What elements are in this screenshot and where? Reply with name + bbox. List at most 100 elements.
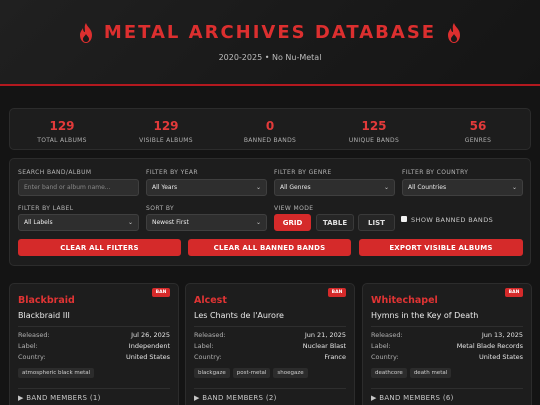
stat-unique-bands: 125 UNIQUE BANDS: [322, 109, 426, 149]
released-row: Released: Jul 26, 2025: [18, 331, 170, 339]
page-subtitle: 2020-2025 • No Nu-Metal: [218, 53, 322, 62]
clear-filters-button[interactable]: CLEAR ALL FILTERS: [18, 239, 181, 256]
genre-tags: deathcore death metal: [371, 368, 452, 378]
sort-select-value: Newest First: [152, 219, 189, 226]
band-name[interactable]: Whitechapel: [371, 295, 438, 306]
genre-tag[interactable]: atmospheric black metal: [18, 368, 95, 378]
flame-icon: [448, 22, 461, 43]
genre-tag[interactable]: blackgaze: [194, 368, 230, 378]
show-banned-checkbox[interactable]: [401, 216, 407, 222]
year-select-value: All Years: [152, 184, 178, 191]
released-row: Released: Jun 21, 2025: [194, 331, 346, 339]
stat-label: TOTAL ALBUMS: [37, 137, 87, 144]
label-key: Label:: [18, 342, 38, 350]
divider: [371, 326, 523, 327]
label-select[interactable]: All Labels ⌄: [18, 214, 139, 231]
sort-select[interactable]: Newest First ⌄: [146, 214, 267, 231]
stat-label: UNIQUE BANDS: [348, 137, 400, 144]
label-row: Label: Independent: [18, 342, 170, 350]
label-value: Independent: [128, 342, 170, 350]
ban-button[interactable]: BAN: [328, 288, 346, 297]
title-row: METAL ARCHIVES DATABASE: [0, 22, 540, 43]
band-name[interactable]: Blackbraid: [18, 295, 75, 306]
country-filter-label: FILTER BY COUNTRY: [402, 169, 469, 176]
ban-button[interactable]: BAN: [505, 288, 523, 297]
genre-tags: atmospheric black metal: [18, 368, 95, 378]
released-value: Jul 26, 2025: [131, 331, 170, 339]
label-row: Label: Nuclear Blast: [194, 342, 346, 350]
album-title: Hymns in the Key of Death: [371, 311, 479, 320]
album-card: Whitechapel BAN Hymns in the Key of Deat…: [362, 283, 532, 405]
country-key: Country:: [371, 353, 399, 361]
stat-value: 129: [153, 119, 179, 133]
genre-tag[interactable]: post-metal: [232, 368, 271, 378]
view-table-button[interactable]: TABLE: [316, 214, 354, 231]
filters-panel: SEARCH BAND/ALBUM Enter band or album na…: [9, 158, 531, 266]
chevron-down-icon: ⌄: [255, 219, 261, 226]
album-title: Les Chants de l'Aurore: [194, 311, 284, 320]
stat-label: VISIBLE ALBUMS: [139, 137, 193, 144]
search-input[interactable]: Enter band or album name...: [18, 179, 139, 196]
released-value: Jun 21, 2025: [304, 331, 346, 339]
chevron-down-icon: ⌄: [255, 184, 261, 191]
country-value: France: [324, 353, 346, 361]
page-header: METAL ARCHIVES DATABASE 2020-2025 • No N…: [0, 0, 540, 86]
country-key: Country:: [194, 353, 222, 361]
country-select-value: All Countries: [408, 184, 447, 191]
view-list-button[interactable]: LIST: [358, 214, 395, 231]
band-name[interactable]: Alcest: [194, 295, 227, 306]
country-row: Country: France: [194, 353, 346, 361]
country-key: Country:: [18, 353, 46, 361]
band-members-toggle[interactable]: ▶ BAND MEMBERS (2): [194, 394, 277, 402]
country-select[interactable]: All Countries ⌄: [402, 179, 523, 196]
divider: [18, 388, 170, 389]
divider: [194, 326, 346, 327]
year-filter-label: FILTER BY YEAR: [146, 169, 198, 176]
genre-filter-label: FILTER BY GENRE: [274, 169, 332, 176]
divider: [194, 388, 346, 389]
clear-banned-button[interactable]: CLEAR ALL BANNED BANDS: [188, 239, 351, 256]
export-button[interactable]: EXPORT VISIBLE ALBUMS: [359, 239, 523, 256]
stat-label: BANNED BANDS: [243, 137, 297, 144]
band-members-toggle[interactable]: ▶ BAND MEMBERS (1): [18, 394, 101, 402]
stat-value: 125: [361, 119, 387, 133]
genre-tag[interactable]: death metal: [409, 368, 452, 378]
country-row: Country: United States: [18, 353, 170, 361]
genre-tag[interactable]: deathcore: [371, 368, 407, 378]
stats-panel: 129 TOTAL ALBUMS 129 VISIBLE ALBUMS 0 BA…: [9, 108, 531, 150]
label-key: Label:: [194, 342, 214, 350]
chevron-down-icon: ⌄: [127, 219, 133, 226]
divider: [371, 388, 523, 389]
country-value: United States: [478, 353, 523, 361]
genre-tag[interactable]: shoegaze: [273, 368, 308, 378]
released-key: Released:: [371, 331, 403, 339]
view-mode-label: VIEW MODE: [274, 205, 314, 212]
chevron-down-icon: ⌄: [511, 184, 517, 191]
stat-total-albums: 129 TOTAL ALBUMS: [10, 109, 114, 149]
page-title: METAL ARCHIVES DATABASE: [103, 22, 437, 43]
band-members-label: BAND MEMBERS (6): [379, 394, 454, 402]
stat-label: GENRES: [464, 137, 492, 144]
album-card: Blackbraid BAN Blackbraid III Released: …: [9, 283, 179, 405]
released-value: Jun 13, 2025: [481, 331, 523, 339]
country-value: United States: [125, 353, 170, 361]
country-row: Country: United States: [371, 353, 523, 361]
released-key: Released:: [194, 331, 226, 339]
released-key: Released:: [18, 331, 50, 339]
ban-button[interactable]: BAN: [152, 288, 170, 297]
stat-value: 0: [265, 119, 275, 133]
genre-select[interactable]: All Genres ⌄: [274, 179, 395, 196]
search-label: SEARCH BAND/ALBUM: [18, 169, 92, 176]
sort-label: SORT BY: [146, 205, 175, 212]
band-members-label: BAND MEMBERS (2): [202, 394, 277, 402]
label-key: Label:: [371, 342, 391, 350]
album-card: Alcest BAN Les Chants de l'Aurore Releas…: [185, 283, 355, 405]
view-grid-button[interactable]: GRID: [274, 214, 311, 231]
year-select[interactable]: All Years ⌄: [146, 179, 267, 196]
band-members-label: BAND MEMBERS (1): [26, 394, 101, 402]
stat-value: 129: [49, 119, 75, 133]
show-banned-label: SHOW BANNED BANDS: [411, 216, 494, 224]
label-filter-label: FILTER BY LABEL: [18, 205, 74, 212]
album-title: Blackbraid III: [18, 311, 70, 320]
band-members-toggle[interactable]: ▶ BAND MEMBERS (6): [371, 394, 454, 402]
